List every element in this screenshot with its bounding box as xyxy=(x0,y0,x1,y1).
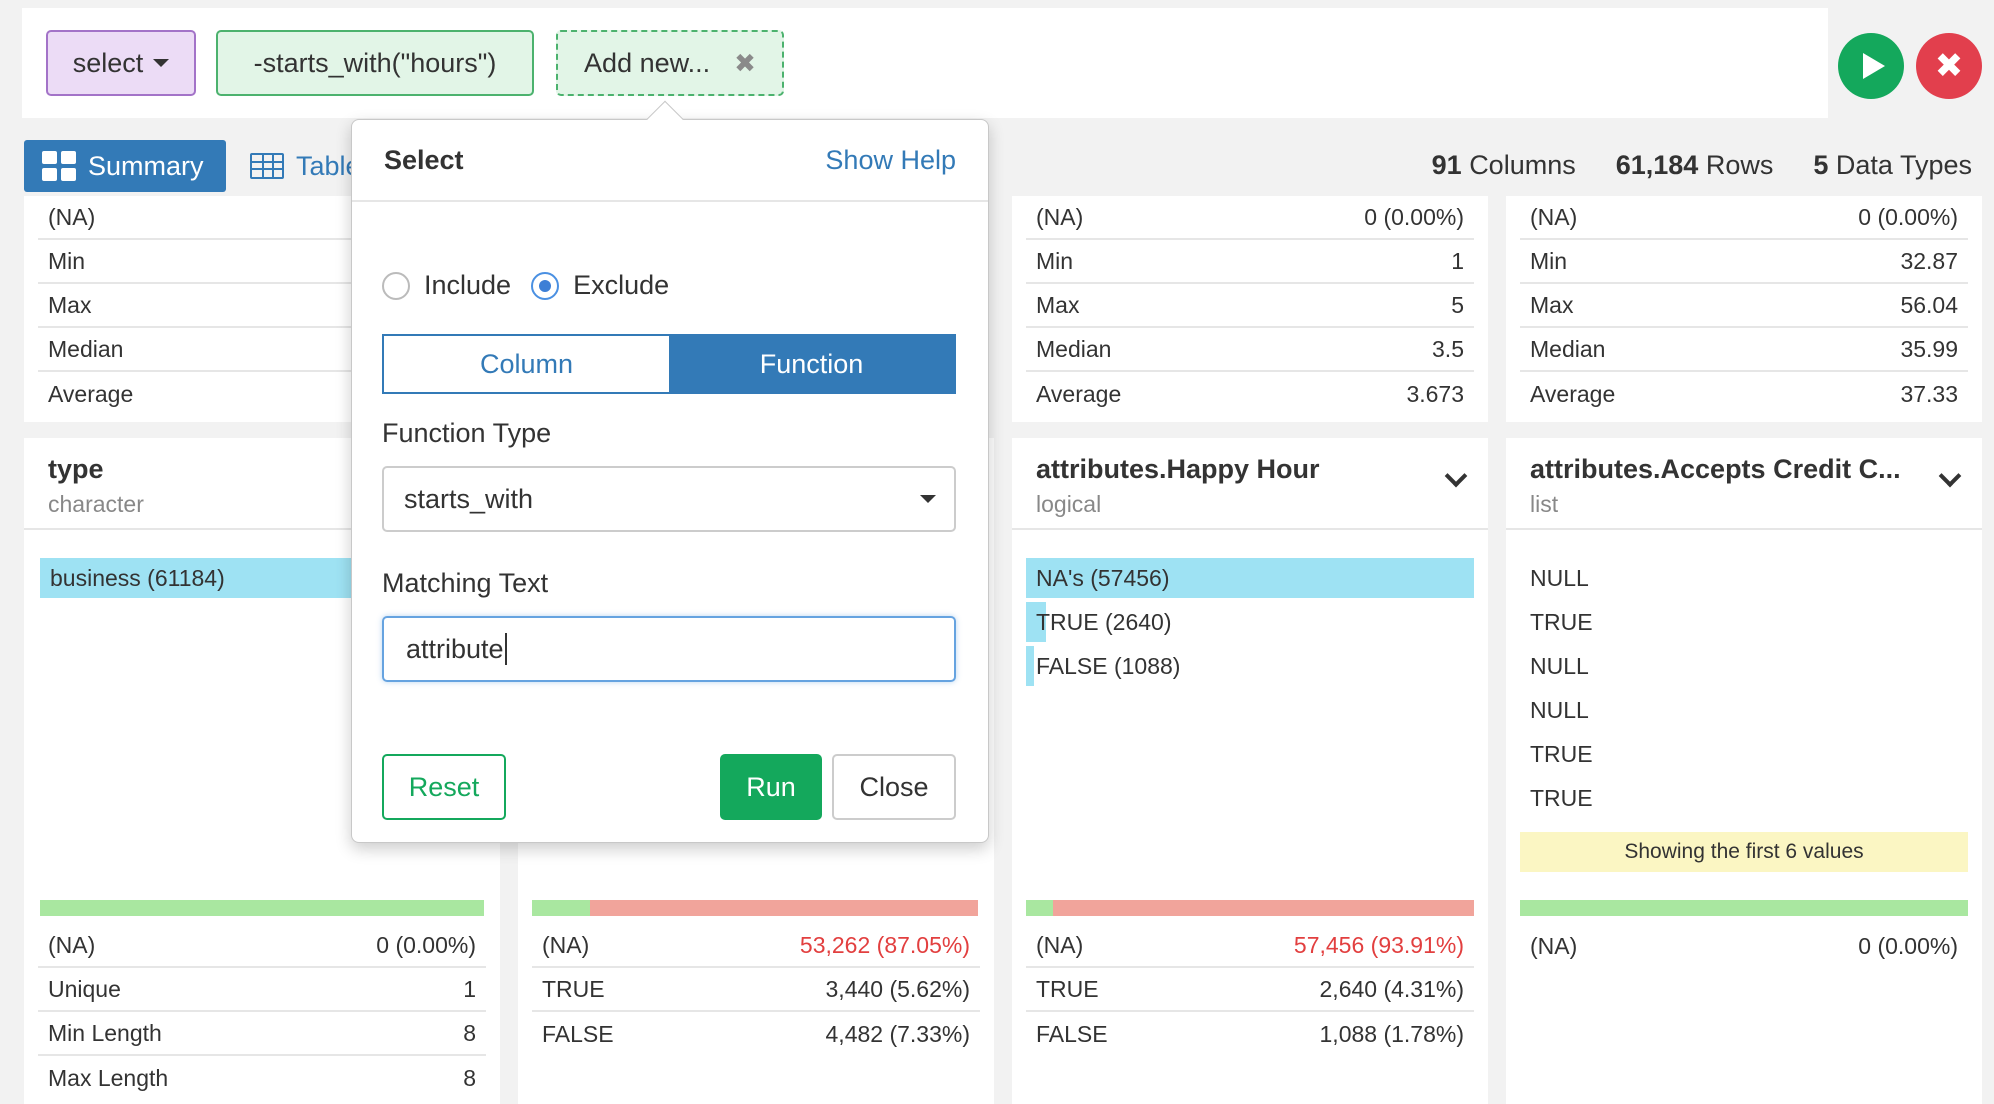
column-type: logical xyxy=(1036,491,1102,517)
reset-button[interactable]: Reset xyxy=(382,754,506,820)
add-new-label: Add new... xyxy=(584,47,711,78)
column-card-happy-hour: attributes.Happy Hour logical NA's (5745… xyxy=(1012,438,1488,1104)
column-stats: (NA) 53,262 (87.05%) TRUE 3,440 (5.62%) FA… xyxy=(532,924,980,1056)
stat-row: Median 35.99 xyxy=(1520,328,1968,372)
exclude-radio[interactable] xyxy=(531,271,560,300)
list-item: NULL xyxy=(1530,564,1589,591)
stat-row: TRUE 3,440 (5.62%) xyxy=(532,968,980,1012)
column-header: attributes.Happy Hour logical xyxy=(1012,438,1488,530)
quality-bar xyxy=(532,900,978,916)
rows-stat: 61,184 Rows xyxy=(1615,150,1774,180)
dataset-stats: 91 Columns 61,184 Rows 5 Data Types xyxy=(1432,150,1972,181)
list-item: TRUE xyxy=(1530,608,1593,635)
stat-row: (NA) 0 (0.00%) xyxy=(1026,196,1474,240)
command-bar: select -starts_with("hours") Add new... … xyxy=(22,8,1828,118)
value-list: NULL TRUE NULL NULL TRUE TRUE xyxy=(1530,556,1593,820)
quality-bar xyxy=(1026,900,1474,916)
matching-text-label: Matching Text xyxy=(382,568,549,598)
exclude-label[interactable]: Exclude xyxy=(573,270,669,301)
quality-bar xyxy=(40,900,484,916)
run-command-button[interactable] xyxy=(1838,33,1904,99)
table-icon xyxy=(250,153,284,179)
select-command-token[interactable]: select xyxy=(46,30,196,96)
stat-row: Min Length 8 xyxy=(38,1012,486,1056)
summary-grid-icon xyxy=(42,151,76,181)
tab-table[interactable]: Table xyxy=(250,140,361,192)
column-header: attributes.Accepts Credit C... list xyxy=(1506,438,1982,530)
show-help-link[interactable]: Show Help xyxy=(825,145,956,176)
stat-row: TRUE 2,640 (4.31%) xyxy=(1026,968,1474,1012)
column-stats: (NA) 0 (0.00%) xyxy=(1520,924,1968,968)
quality-bar xyxy=(1520,900,1968,916)
values-note: Showing the first 6 values xyxy=(1520,832,1968,872)
expression-label: -starts_with("hours") xyxy=(253,47,497,78)
include-exclude-group: Include Exclude xyxy=(382,270,669,301)
mode-function-button[interactable]: Function xyxy=(669,336,954,392)
popover-title: Select xyxy=(384,144,464,175)
close-icon: ✖ xyxy=(1934,47,1964,85)
summary-card-top-c4: (NA) 0 (0.00%) Min 32.87 Max 56.04 Median 35… xyxy=(1506,196,1982,422)
frequency-bar-label: business (61184) xyxy=(50,564,225,591)
frequency-bar-label: TRUE (2640) xyxy=(1036,608,1172,635)
list-item: NULL xyxy=(1530,696,1589,723)
summary-card-top-c3: (NA) 0 (0.00%) Min 1 Max 5 Median 3.5 Averag… xyxy=(1012,196,1488,422)
caret-down-icon xyxy=(153,59,170,67)
tab-summary[interactable]: Summary xyxy=(24,140,226,192)
frequency-bar-label: FALSE (1088) xyxy=(1036,652,1181,679)
column-name: attributes.Accepts Credit C... xyxy=(1530,454,1901,484)
column-type: list xyxy=(1530,491,1559,517)
column-stats: (NA) 0 (0.00%) Unique 1 Min Length 8 Max Le… xyxy=(38,924,486,1100)
function-type-label: Function Type xyxy=(382,418,552,448)
include-label[interactable]: Include xyxy=(424,270,511,301)
stat-row: Min 32.87 xyxy=(1520,240,1968,284)
close-button[interactable]: Close xyxy=(832,754,956,820)
frequency-bar-label: NA's (57456) xyxy=(1036,564,1170,591)
select-command-label: select xyxy=(72,47,144,78)
stat-row: (NA) 0 (0.00%) xyxy=(1530,932,1958,959)
expression-token[interactable]: -starts_with("hours") xyxy=(216,30,534,96)
add-new-token[interactable]: Add new... ✖ xyxy=(556,30,784,96)
stat-row: (NA) 53,262 (87.05%) xyxy=(532,924,980,968)
caret-down-icon xyxy=(920,495,936,503)
function-type-value: starts_with xyxy=(404,483,534,514)
play-icon xyxy=(1862,53,1885,79)
stat-row: Max Length 8 xyxy=(48,1064,476,1091)
stat-row: (NA) 0 (0.00%) xyxy=(38,924,486,968)
column-name: attributes.Happy Hour xyxy=(1036,454,1320,484)
stat-row: Unique 1 xyxy=(38,968,486,1012)
tab-summary-label: Summary xyxy=(88,150,204,181)
column-stats: (NA) 57,456 (93.91%) TRUE 2,640 (4.31%) FA… xyxy=(1026,924,1474,1056)
stat-row: (NA) 57,456 (93.91%) xyxy=(1026,924,1474,968)
remove-icon[interactable]: ✖ xyxy=(734,48,756,79)
stat-row: Min 1 xyxy=(1026,240,1474,284)
stat-row: FALSE 1,088 (1.78%) xyxy=(1036,1020,1464,1047)
select-popover: Select Show Help Include Exclude Column … xyxy=(351,100,989,843)
stat-row: Average 3.673 xyxy=(1036,380,1464,407)
text-cursor xyxy=(504,633,507,665)
stat-row: (NA) 0 (0.00%) xyxy=(1520,196,1968,240)
run-button[interactable]: Run xyxy=(720,754,822,820)
matching-text-input[interactable]: attribute xyxy=(382,616,956,682)
list-item: NULL xyxy=(1530,652,1589,679)
stat-row: Average 37.33 xyxy=(1530,380,1958,407)
list-item: TRUE xyxy=(1530,784,1593,811)
stat-row: Median 3.5 xyxy=(1026,328,1474,372)
include-radio[interactable] xyxy=(382,271,410,300)
cancel-command-button[interactable]: ✖ xyxy=(1916,33,1982,99)
stat-row: Max 56.04 xyxy=(1520,284,1968,328)
column-card-accepts-credit: attributes.Accepts Credit C... list NULL… xyxy=(1506,438,1982,1104)
mode-toggle: Column Function xyxy=(382,334,956,394)
function-type-select[interactable]: starts_with xyxy=(382,466,956,532)
mode-column-button[interactable]: Column xyxy=(384,336,669,392)
matching-text-value: attribute xyxy=(406,633,504,664)
types-stat: 5 Data Types xyxy=(1813,150,1972,180)
stat-row: Max 5 xyxy=(1026,284,1474,328)
stat-row: FALSE 4,482 (7.33%) xyxy=(542,1020,970,1047)
list-item: TRUE xyxy=(1530,740,1593,767)
columns-stat: 91 Columns xyxy=(1431,150,1576,180)
